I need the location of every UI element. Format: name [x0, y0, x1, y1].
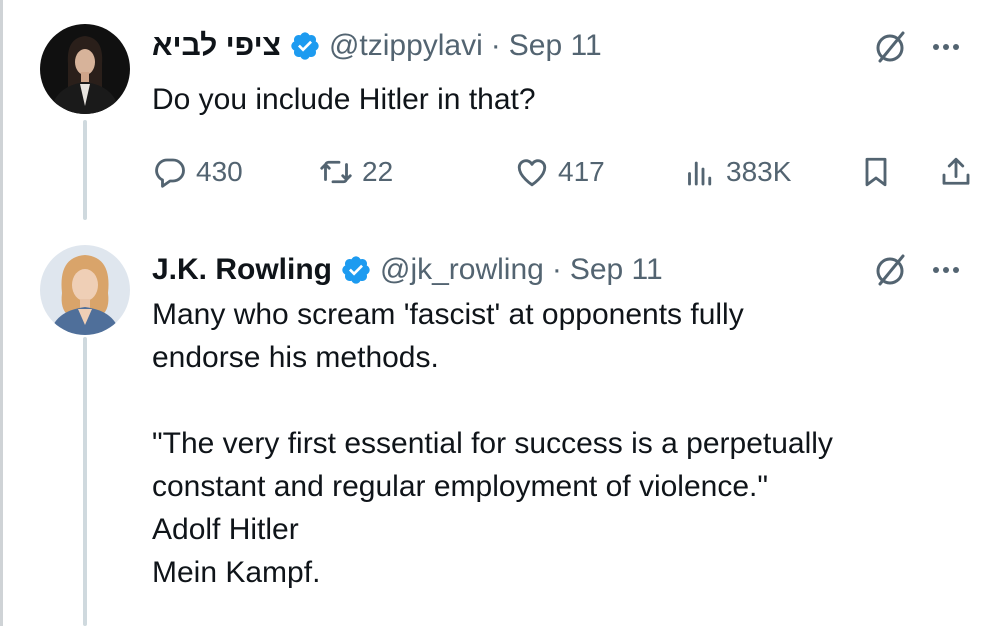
tweet-text-line: constant and regular employment of viole… [152, 470, 768, 503]
share-button[interactable] [938, 148, 974, 196]
verified-badge-icon [291, 32, 319, 60]
separator-dot: · [551, 253, 562, 286]
repost-count: 22 [362, 156, 394, 187]
like-button[interactable]: 417 [514, 148, 605, 196]
grok-icon[interactable] [872, 252, 908, 288]
avatar[interactable] [40, 245, 130, 335]
separator-dot: · [490, 29, 501, 62]
avatar[interactable] [40, 24, 130, 114]
reply-button[interactable]: 430 [152, 148, 243, 196]
repost-button[interactable]: 22 [318, 148, 393, 196]
tweet-text-line: Adolf Hitler [152, 513, 299, 546]
like-icon [517, 159, 547, 187]
thread-line [83, 120, 87, 220]
tweet-text: Do you include Hitler in that? [152, 78, 972, 121]
display-name[interactable]: ציפי לביא [152, 29, 281, 63]
tweet-header: J.K. Rowling @jk_rowling · Sep 11 [152, 250, 663, 290]
bookmark-button[interactable] [858, 148, 894, 196]
like-count: 417 [558, 156, 605, 187]
more-icon[interactable] [928, 29, 964, 65]
views-count: 383K [726, 156, 792, 187]
handle[interactable]: @tzippylavi [329, 29, 483, 63]
tweet-text-line: Do you include Hitler in that? [152, 83, 536, 116]
handle[interactable]: @jk_rowling [380, 253, 544, 287]
tweet-header: ציפי לביא @tzippylavi · Sep 11 [152, 26, 602, 66]
tweet-text: Many who scream 'fascist' at opponents f… [152, 293, 972, 594]
tweet[interactable]: ציפי לביא @tzippylavi · Sep 11 Do you in… [0, 0, 1000, 225]
bookmark-icon [865, 157, 887, 187]
action-bar: 430 22 417 383K [152, 148, 972, 196]
timestamp[interactable]: Sep 11 [509, 29, 602, 63]
reply-icon [155, 158, 185, 188]
timestamp[interactable]: Sep 11 [570, 253, 663, 287]
verified-badge-icon [342, 256, 370, 284]
reply-count: 430 [196, 156, 243, 187]
views-button[interactable]: 383K [682, 148, 791, 196]
tweet-text-line: "The very first essential for success is… [152, 427, 833, 460]
display-name[interactable]: J.K. Rowling [152, 253, 332, 287]
tweet-text-line: Mein Kampf. [152, 556, 321, 589]
repost-icon [320, 160, 352, 184]
views-icon [688, 161, 712, 186]
thread-line [83, 337, 87, 626]
tweet-text-line: endorse his methods. [152, 341, 439, 374]
tweet[interactable]: J.K. Rowling @jk_rowling · Sep 11 Many w… [0, 225, 1000, 626]
more-icon[interactable] [928, 252, 964, 288]
tweet-text-line: Many who scream 'fascist' at opponents f… [152, 298, 744, 331]
grok-icon[interactable] [872, 29, 908, 65]
share-icon [942, 157, 970, 185]
